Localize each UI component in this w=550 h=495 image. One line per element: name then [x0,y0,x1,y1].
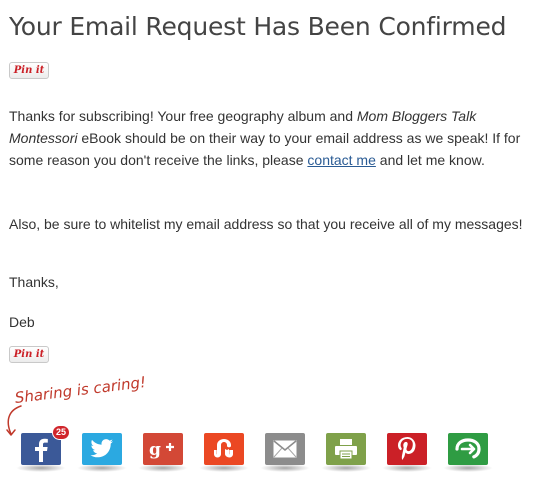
share-count-badge: 25 [52,425,70,440]
twitter-icon [90,439,113,458]
confirmation-paragraph: Thanks for subscribing! Your free geogra… [9,105,544,171]
email-icon [273,440,297,458]
facebook-share-button[interactable]: 25 [21,425,70,465]
print-icon [335,439,357,460]
button-shadow [138,464,188,472]
paragraph-text: and let me know. [375,152,485,168]
page-title: Your Email Request Has Been Confirmed [9,12,507,41]
facebook-icon [35,438,48,462]
pinterest-share-button[interactable] [387,433,427,465]
button-shadow [260,464,310,472]
pin-it-button[interactable]: Pin it [9,346,49,363]
stumbleupon-share-button[interactable] [204,433,244,465]
button-shadow [16,464,66,472]
print-share-button[interactable] [326,433,366,465]
whitelist-paragraph: Also, be sure to whitelist my email addr… [9,216,523,232]
button-shadow [199,464,249,472]
pin-it-button[interactable]: Pin it [9,62,49,79]
pinterest-icon [398,437,416,460]
google-plus-icon: g [149,440,174,460]
sharethis-share-button[interactable] [448,433,488,465]
twitter-share-button[interactable] [82,433,122,465]
button-shadow [321,464,371,472]
stumbleupon-icon [214,439,233,458]
paragraph-text: Thanks for subscribing! Your free geogra… [9,108,357,124]
sharing-caption: Sharing is caring! [13,373,147,407]
signature-name: Deb [9,314,35,330]
email-share-button[interactable] [265,433,305,465]
button-shadow [443,464,493,472]
share-buttons: 25 g [16,425,501,473]
button-shadow [382,464,432,472]
svg-text:g: g [149,440,161,460]
contact-me-link[interactable]: contact me [307,152,375,168]
sharethis-icon [455,438,481,460]
button-shadow [77,464,127,472]
closing-text: Thanks, [9,274,59,290]
google-plus-share-button[interactable]: g [143,433,183,465]
